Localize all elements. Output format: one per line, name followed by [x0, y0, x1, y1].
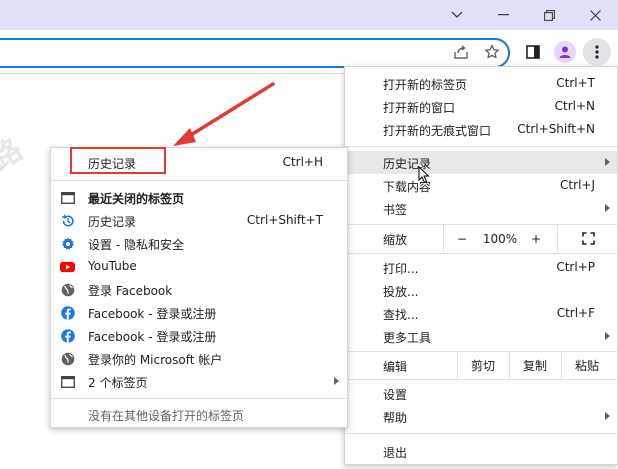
- facebook-icon: [60, 328, 75, 343]
- mouse-cursor-icon: [418, 166, 430, 184]
- tab-window-icon: [60, 374, 75, 389]
- menu-row-zoom: 缩放 − 100% +: [345, 227, 617, 250]
- menu-item-find[interactable]: 查找... Ctrl+F: [345, 302, 617, 325]
- star-icon[interactable]: [479, 39, 505, 65]
- menu-separator: [51, 398, 347, 399]
- tab-window-icon: [60, 190, 75, 205]
- menu-item-downloads[interactable]: 下载内容 Ctrl+J: [345, 174, 617, 197]
- zoom-divider: [443, 225, 444, 252]
- menu-separator: [345, 146, 617, 147]
- menu-item-help[interactable]: 帮助: [345, 405, 617, 428]
- menu-separator: [345, 379, 617, 380]
- submenu-arrow-icon: [605, 204, 610, 212]
- zoom-divider: [557, 225, 558, 252]
- submenu-arrow-icon: [605, 412, 610, 420]
- menu-item-history[interactable]: 历史记录: [345, 151, 617, 174]
- menu-separator: [345, 351, 617, 352]
- zoom-level: 100%: [482, 231, 518, 246]
- annotation-highlight-box: [70, 147, 166, 174]
- kebab-menu-icon[interactable]: [583, 38, 611, 66]
- zoom-in-button[interactable]: +: [525, 227, 547, 250]
- menu-row-edit: 编辑 剪切 复制 粘贴: [345, 354, 617, 377]
- facebook-icon: [60, 305, 75, 320]
- chrome-main-menu: 打开新的标签页 Ctrl+T 打开新的窗口 Ctrl+N 打开新的无痕式窗口 C…: [344, 66, 618, 465]
- list-item[interactable]: Facebook - 登录或注册: [51, 301, 347, 324]
- menu-separator: [345, 253, 617, 254]
- restore-icon[interactable]: [526, 0, 572, 30]
- profile-icon[interactable]: [554, 41, 576, 63]
- list-item[interactable]: YouTube: [51, 255, 347, 278]
- submenu-arrow-icon: [334, 377, 339, 385]
- minimize-icon[interactable]: [480, 0, 526, 30]
- zoom-out-button[interactable]: −: [449, 227, 475, 250]
- globe-icon: [60, 351, 75, 366]
- menu-item-exit[interactable]: 退出: [345, 440, 617, 463]
- submenu-header-recently-closed: 最近关闭的标签页: [51, 186, 347, 209]
- close-icon[interactable]: [572, 0, 618, 30]
- gear-icon: [60, 236, 75, 251]
- globe-icon: [60, 282, 75, 297]
- menu-item-new-tab[interactable]: 打开新的标签页 Ctrl+T: [345, 72, 617, 95]
- list-item[interactable]: 历史记录 Ctrl+Shift+T: [51, 209, 347, 232]
- copy-button[interactable]: 复制: [509, 354, 561, 377]
- menu-item-cast[interactable]: 投放...: [345, 279, 617, 302]
- edit-divider: [509, 352, 510, 379]
- youtube-icon: [60, 259, 75, 274]
- title-bar: [0, 0, 618, 30]
- list-item[interactable]: 设置 - 隐私和安全: [51, 232, 347, 255]
- paste-button[interactable]: 粘贴: [561, 354, 613, 377]
- history-clock-icon: [60, 213, 75, 228]
- edit-divider: [561, 352, 562, 379]
- watermark: 路: [0, 132, 29, 178]
- menu-item-bookmarks[interactable]: 书签: [345, 197, 617, 220]
- menu-item-new-window[interactable]: 打开新的窗口 Ctrl+N: [345, 95, 617, 118]
- tab-search-chevron-icon[interactable]: [434, 0, 480, 30]
- list-item[interactable]: 2 个标签页: [51, 370, 347, 393]
- submenu-arrow-icon: [605, 332, 610, 340]
- submenu-other-devices: 没有在其他设备打开的标签页: [88, 409, 245, 423]
- list-item[interactable]: Facebook - 登录或注册: [51, 324, 347, 347]
- menu-item-print[interactable]: 打印... Ctrl+P: [345, 256, 617, 279]
- edit-divider: [457, 352, 458, 379]
- menu-item-new-incognito[interactable]: 打开新的无痕式窗口 Ctrl+Shift+N: [345, 118, 617, 141]
- menu-separator: [51, 180, 347, 181]
- fullscreen-icon[interactable]: [573, 227, 603, 250]
- address-bar[interactable]: [0, 38, 510, 68]
- list-item[interactable]: 登录 Facebook: [51, 278, 347, 301]
- menu-item-settings[interactable]: 设置: [345, 382, 617, 405]
- list-item[interactable]: 登录你的 Microsoft 帐户: [51, 347, 347, 370]
- menu-separator: [345, 224, 617, 225]
- share-icon[interactable]: [448, 39, 474, 65]
- history-submenu: 历史记录 Ctrl+H 最近关闭的标签页 历史记录 Ctrl+Shift+T 设…: [50, 147, 348, 428]
- menu-separator: [345, 433, 617, 434]
- side-panel-icon[interactable]: [520, 39, 546, 65]
- submenu-arrow-icon: [605, 158, 610, 166]
- cut-button[interactable]: 剪切: [457, 354, 509, 377]
- menu-item-more-tools[interactable]: 更多工具: [345, 325, 617, 348]
